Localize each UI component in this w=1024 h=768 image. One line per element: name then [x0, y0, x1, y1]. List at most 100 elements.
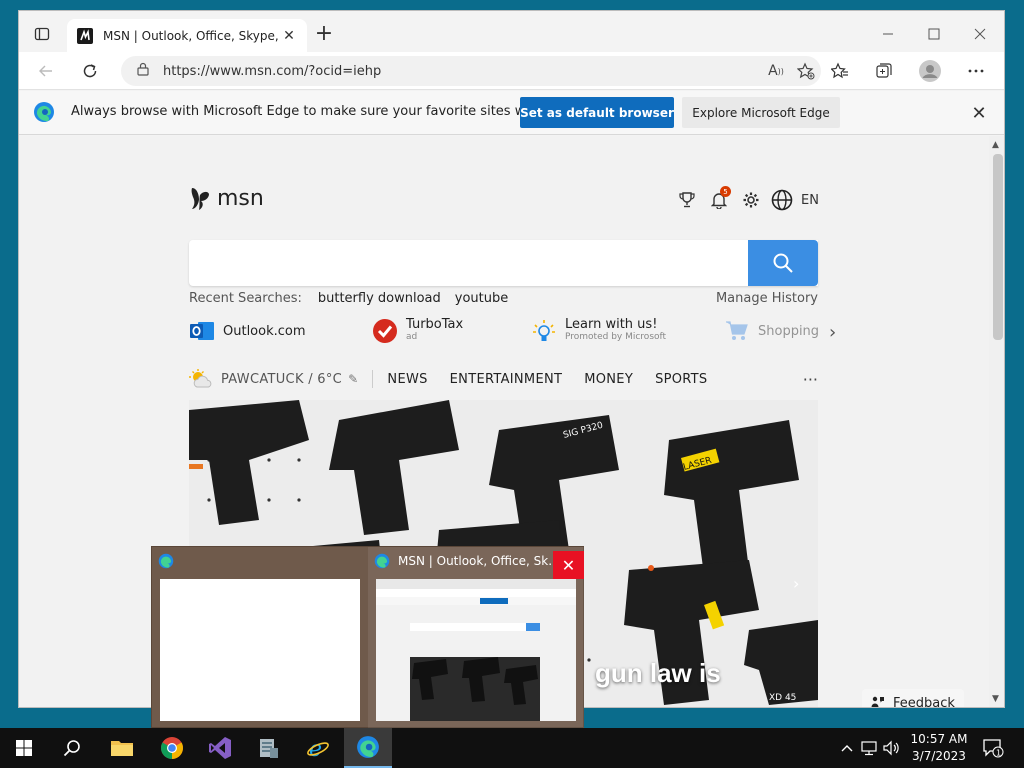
quicklink-learn[interactable]: Learn with us! Promoted by Microsoft	[531, 318, 666, 344]
tray-overflow-icon[interactable]	[836, 744, 858, 752]
weather-widget[interactable]: PAWCATUCK / 6°C ✎	[189, 369, 358, 389]
clock-time: 10:57 AM	[910, 732, 968, 746]
quicklink-sub: ad	[406, 332, 418, 342]
msn-nav: PAWCATUCK / 6°C ✎ NEWS ENTERTAINMENT MON…	[189, 367, 818, 391]
visual-studio-icon	[209, 737, 231, 759]
scroll-down-icon[interactable]: ▼	[992, 694, 999, 704]
set-default-browser-button[interactable]: Set as default browser	[520, 97, 674, 128]
taskbar: e 10:57 AM 3/7/2023 1	[0, 728, 1024, 768]
close-window-button[interactable]	[957, 19, 1003, 49]
notification-badge: 5	[720, 186, 731, 197]
feedback-icon	[871, 696, 885, 708]
rewards-trophy-icon[interactable]	[673, 188, 701, 212]
tab-close-icon[interactable]: ✕	[281, 28, 297, 44]
new-tab-button[interactable]: +	[313, 23, 335, 46]
msn-favicon-icon	[77, 27, 93, 44]
network-icon[interactable]	[858, 740, 880, 756]
taskbar-search-button[interactable]	[48, 728, 96, 768]
edge-icon	[357, 736, 379, 758]
thumbnail-header	[158, 553, 182, 569]
banner-close-icon[interactable]: ✕	[969, 103, 989, 124]
collections-icon[interactable]	[869, 57, 899, 85]
nav-news[interactable]: NEWS	[387, 372, 427, 387]
quicklink-label: Shopping	[758, 323, 820, 339]
thumbnail-blank-window[interactable]	[152, 547, 368, 729]
quicklink-sub: Promoted by Microsoft	[565, 332, 667, 342]
manage-history-link[interactable]: Manage History	[716, 291, 818, 306]
chrome-button[interactable]	[148, 728, 196, 768]
add-favorite-icon[interactable]	[791, 59, 821, 83]
msn-logo-text: msn	[217, 185, 264, 211]
search-input[interactable]	[189, 240, 818, 286]
refresh-button[interactable]	[75, 57, 105, 85]
thumbnail-close-button[interactable]: ✕	[553, 551, 584, 579]
clock-date: 3/7/2023	[912, 749, 966, 763]
clock[interactable]: 10:57 AM 3/7/2023	[908, 731, 970, 765]
thumbnail-image-msn	[376, 579, 576, 721]
nav-money[interactable]: MONEY	[584, 372, 633, 387]
folder-icon	[111, 741, 133, 756]
server-manager-button[interactable]	[244, 728, 292, 768]
system-tray	[836, 728, 902, 768]
read-aloud-icon[interactable]: A))	[761, 59, 791, 83]
page-scrollbar[interactable]: ▲ ▼	[989, 136, 1004, 707]
nav-divider	[372, 370, 374, 388]
thumbnail-image-blank	[160, 579, 360, 721]
search-icon	[63, 740, 80, 757]
back-button[interactable]	[31, 57, 61, 85]
language-globe-icon[interactable]	[769, 188, 795, 212]
recent-searches: Recent Searches: butterfly download yout…	[189, 291, 818, 306]
favorites-icon[interactable]	[825, 57, 855, 85]
edge-taskbar-button[interactable]	[344, 728, 392, 768]
visual-studio-button[interactable]	[196, 728, 244, 768]
edit-pencil-icon[interactable]: ✎	[348, 372, 358, 386]
windows-logo-icon	[16, 740, 32, 756]
nav-entertainment[interactable]: ENTERTAINMENT	[450, 372, 563, 387]
svg-text:XD 45: XD 45	[769, 693, 796, 703]
taskbar-thumbnail-preview: MSN | Outlook, Office, Sk... ✕	[151, 546, 584, 729]
recent-term[interactable]: butterfly download	[318, 291, 441, 306]
edge-icon	[374, 553, 390, 569]
address-bar[interactable]: https://www.msn.com/?ocid=iehp A))	[121, 56, 821, 86]
msn-top-icons: 5 EN	[673, 186, 819, 212]
thumbnail-header: MSN | Outlook, Office, Sk...	[374, 553, 560, 569]
msn-logo[interactable]: msn	[189, 185, 264, 211]
scroll-up-icon[interactable]: ▲	[992, 140, 999, 150]
start-button[interactable]	[0, 728, 48, 768]
weather-text: PAWCATUCK / 6°C	[221, 371, 343, 387]
tab-actions-icon[interactable]	[29, 22, 55, 46]
nav-sports[interactable]: SPORTS	[655, 372, 707, 387]
search-button[interactable]	[748, 240, 818, 286]
search-icon	[773, 253, 793, 273]
internet-explorer-button[interactable]: e	[294, 728, 342, 768]
tab-title: MSN | Outlook, Office, Skype, Bing	[103, 28, 281, 43]
hero-next-icon[interactable]: ›	[793, 574, 799, 593]
turbotax-check-icon	[372, 318, 398, 344]
tab-msn[interactable]: MSN | Outlook, Office, Skype, Bing ✕	[67, 19, 307, 52]
weather-partly-cloudy-icon	[189, 369, 212, 388]
volume-icon[interactable]	[880, 740, 902, 756]
explore-edge-button[interactable]: Explore Microsoft Edge	[682, 97, 840, 128]
action-center-icon[interactable]: 1	[980, 736, 1006, 760]
quicklinks-next-icon[interactable]: ›	[829, 322, 836, 343]
quicklink-shopping[interactable]: Shopping	[724, 318, 819, 344]
nav-more-icon[interactable]: ···	[803, 370, 818, 389]
feedback-button[interactable]: Feedback	[862, 689, 964, 708]
recent-term[interactable]: youtube	[455, 291, 508, 306]
internet-explorer-icon: e	[307, 737, 329, 760]
settings-more-icon[interactable]	[961, 57, 991, 85]
navigation-bar: https://www.msn.com/?ocid=iehp A))	[19, 52, 1004, 90]
notifications-bell-icon[interactable]: 5	[705, 186, 733, 212]
profile-avatar[interactable]	[915, 57, 945, 85]
default-browser-banner: Always browse with Microsoft Edge to mak…	[19, 91, 1004, 135]
scroll-thumb[interactable]	[993, 154, 1003, 340]
settings-gear-icon[interactable]	[737, 188, 765, 212]
file-explorer-button[interactable]	[98, 728, 146, 768]
maximize-button[interactable]	[911, 19, 957, 49]
lightbulb-icon	[531, 318, 557, 344]
minimize-button[interactable]	[865, 19, 911, 49]
lock-icon	[137, 62, 151, 80]
language-label[interactable]: EN	[801, 193, 819, 208]
quicklink-turbotax[interactable]: TurboTax ad	[372, 318, 463, 344]
quicklink-outlook[interactable]: Outlook.com	[189, 318, 306, 344]
